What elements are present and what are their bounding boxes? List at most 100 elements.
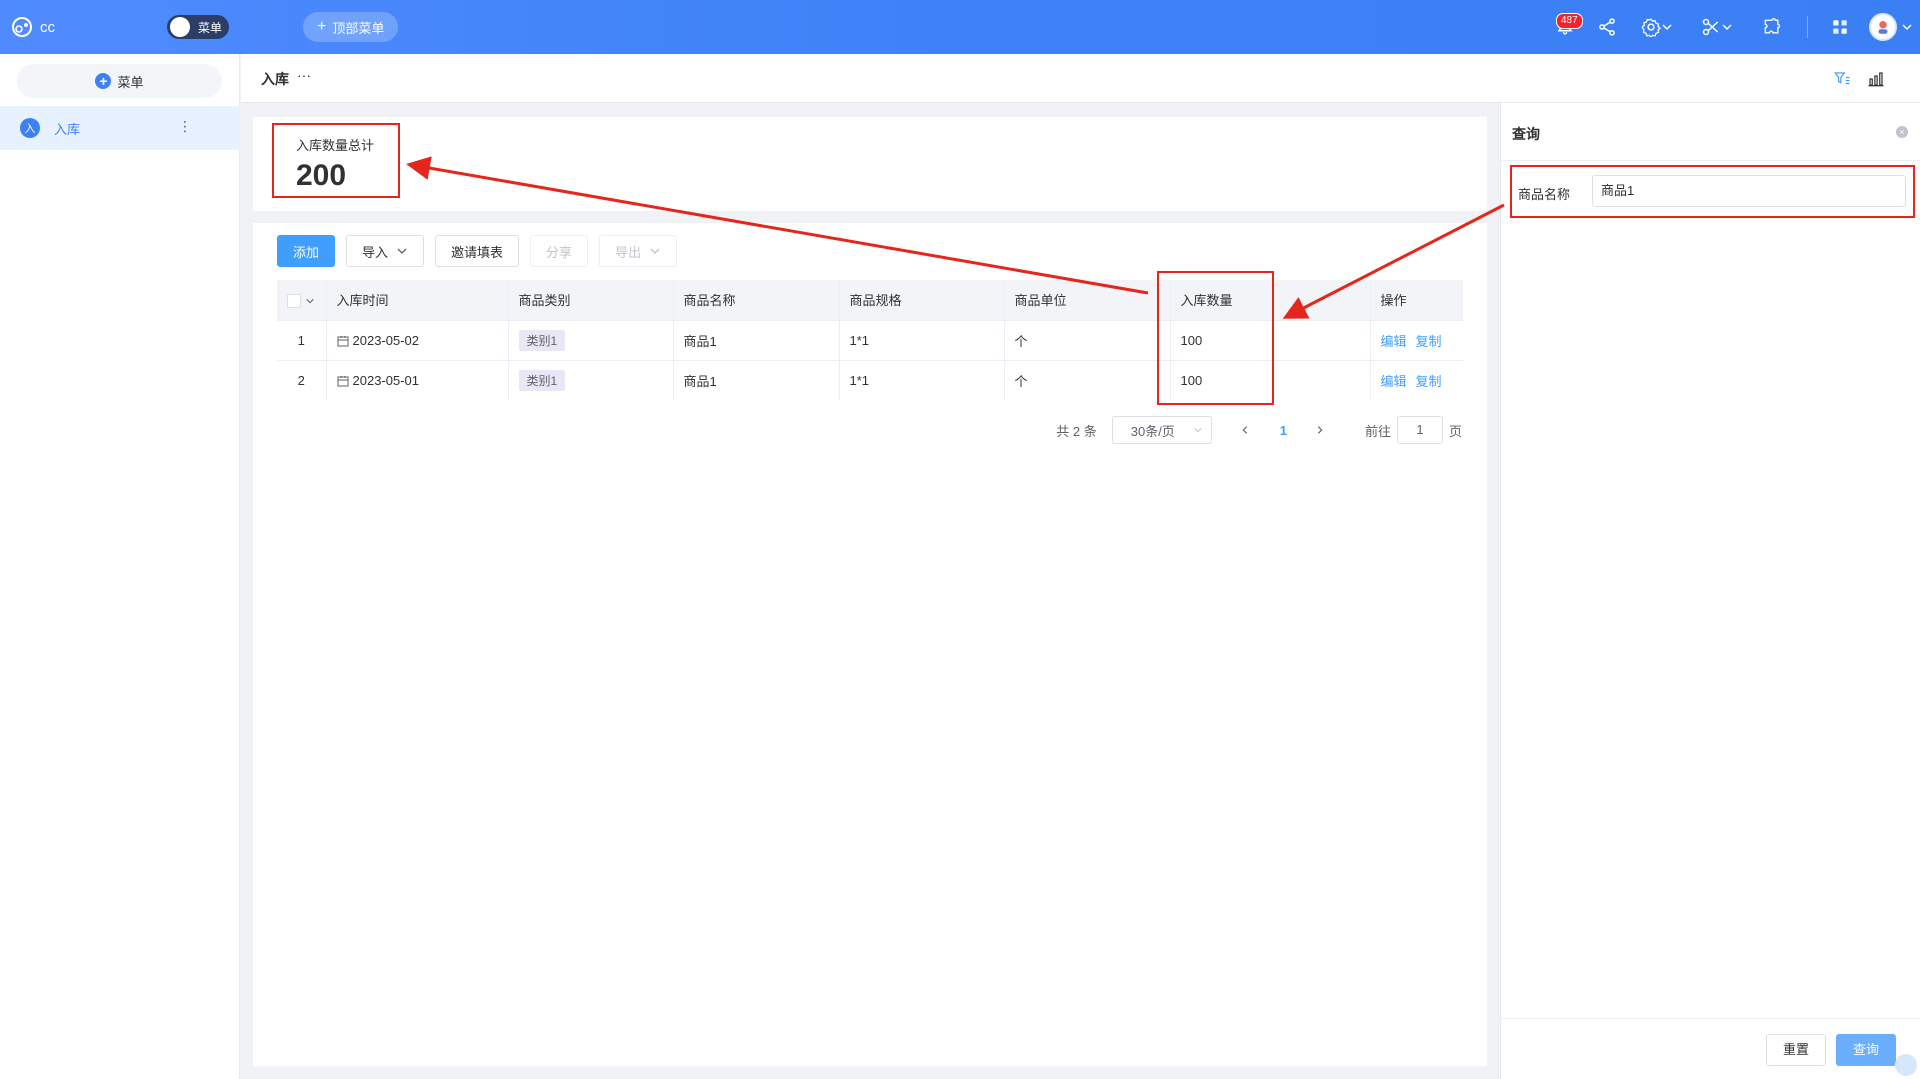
chevron-left-icon bbox=[1242, 425, 1247, 434]
share-button[interactable] bbox=[1587, 0, 1627, 54]
cell-date: 2023-05-01 bbox=[326, 359, 509, 400]
column-header[interactable]: 入库时间 bbox=[326, 280, 509, 320]
chevron-down-icon bbox=[1662, 24, 1672, 31]
goto-label: 前往 bbox=[1364, 423, 1391, 439]
top-icons: 487 bbox=[1543, 0, 1920, 54]
app-name: cc bbox=[40, 18, 55, 36]
chevron-down-icon bbox=[397, 248, 407, 254]
page-size-select[interactable]: 30条/页 bbox=[1111, 416, 1212, 444]
cell-name: 商品1 bbox=[673, 319, 840, 360]
current-page[interactable]: 1 bbox=[1280, 423, 1287, 438]
category-tag: 类别1 bbox=[518, 329, 566, 351]
share-icon bbox=[1599, 18, 1615, 36]
query-panel-title: 查询 bbox=[1512, 126, 1540, 142]
menu-toggle[interactable]: 菜单 bbox=[167, 15, 229, 39]
settings-button[interactable] bbox=[1627, 0, 1687, 54]
import-button[interactable]: 导入 bbox=[346, 235, 425, 267]
logo-icon bbox=[12, 17, 32, 37]
notification-badge: 487 bbox=[1556, 13, 1583, 29]
chevron-down-icon bbox=[1722, 24, 1732, 31]
add-button[interactable]: 添加 bbox=[277, 235, 336, 267]
calendar-icon bbox=[337, 335, 348, 346]
chevron-down-icon bbox=[650, 248, 660, 254]
plus-circle-icon: + bbox=[95, 73, 112, 89]
chevron-right-icon bbox=[1317, 425, 1323, 434]
assistant-icon[interactable] bbox=[1895, 1054, 1917, 1076]
export-button[interactable]: 导出 bbox=[599, 235, 678, 267]
checkbox[interactable] bbox=[287, 293, 302, 308]
search-button[interactable]: 查询 bbox=[1836, 1034, 1896, 1066]
plus-icon: + bbox=[317, 18, 327, 35]
cell-spec: 1*1 bbox=[839, 319, 1005, 360]
column-header[interactable]: 商品名称 bbox=[673, 280, 840, 320]
reset-button[interactable]: 重置 bbox=[1766, 1034, 1826, 1066]
cell-spec: 1*1 bbox=[839, 359, 1005, 400]
table-row[interactable]: 1 2023-05-02 类别1 商品1 1*1 个 100 编辑 复制 bbox=[277, 319, 1463, 360]
edit-link[interactable]: 编辑 bbox=[1381, 334, 1407, 349]
apps-button[interactable] bbox=[1818, 0, 1862, 54]
date-text: 2023-05-01 bbox=[352, 372, 420, 388]
export-label: 导出 bbox=[615, 244, 642, 260]
table-row[interactable]: 2 2023-05-01 类别1 商品1 1*1 个 100 编辑 复制 bbox=[277, 359, 1463, 400]
divider bbox=[1501, 1018, 1920, 1019]
annotation-box-qty-column bbox=[1157, 271, 1274, 405]
sidebar: + 菜单 入 入库 ⋮ bbox=[0, 54, 240, 1079]
top-menu-label: 顶部菜单 bbox=[332, 20, 385, 36]
edit-link[interactable]: 编辑 bbox=[1381, 374, 1407, 389]
toolbar: 添加 导入 邀请填表 分享 导出 bbox=[277, 235, 678, 267]
select-all-checkbox[interactable] bbox=[277, 280, 327, 320]
chevron-down-icon[interactable] bbox=[305, 296, 315, 306]
page-title: 入库 bbox=[261, 71, 289, 87]
notification-button[interactable]: 487 bbox=[1543, 0, 1587, 54]
copy-link[interactable]: 复制 bbox=[1416, 374, 1442, 389]
avatar-icon bbox=[1878, 21, 1888, 34]
sidebar-item-label: 入库 bbox=[54, 121, 81, 137]
cell-category: 类别1 bbox=[508, 359, 674, 400]
plugin-button[interactable] bbox=[1747, 0, 1797, 54]
bar-chart-icon[interactable] bbox=[1867, 70, 1885, 88]
add-menu-button[interactable]: + 菜单 bbox=[17, 64, 222, 98]
column-header[interactable]: 商品单位 bbox=[1004, 280, 1171, 320]
pager-total: 共 2 条 bbox=[1056, 423, 1097, 439]
column-header: 操作 bbox=[1370, 280, 1463, 320]
table-header-row: 入库时间 商品类别 商品名称 商品规格 商品单位 入库数量 操作 bbox=[277, 280, 1463, 320]
category-tag: 类别1 bbox=[518, 369, 566, 391]
cell-date: 2023-05-02 bbox=[326, 319, 509, 360]
top-menu-button[interactable]: + 顶部菜单 bbox=[303, 12, 399, 42]
toggle-knob bbox=[170, 17, 190, 37]
next-page-button[interactable] bbox=[1315, 423, 1325, 438]
user-menu[interactable] bbox=[1862, 0, 1920, 54]
top-bar: cc 菜单 + 顶部菜单 487 bbox=[0, 0, 1920, 54]
menu-toggle-label: 菜单 bbox=[198, 20, 223, 35]
invite-button[interactable]: 邀请填表 bbox=[435, 235, 520, 267]
calendar-icon bbox=[337, 375, 348, 387]
annotation-box-query bbox=[1510, 165, 1915, 218]
pagination: 共 2 条 30条/页 1 前往 1 页 bbox=[1056, 416, 1462, 444]
annotation-box-stat bbox=[272, 123, 400, 198]
row-index: 1 bbox=[277, 319, 327, 360]
copy-link[interactable]: 复制 bbox=[1416, 334, 1442, 349]
header-icons bbox=[1833, 70, 1885, 88]
page-header: 入库 ··· bbox=[241, 54, 1920, 103]
close-icon[interactable]: × bbox=[1896, 126, 1908, 138]
filter-icon[interactable] bbox=[1833, 70, 1851, 88]
goto-suffix: 页 bbox=[1448, 423, 1462, 439]
app-logo[interactable]: cc bbox=[10, 15, 55, 39]
cell-unit: 个 bbox=[1004, 319, 1171, 360]
goto-input[interactable]: 1 bbox=[1396, 416, 1443, 444]
prev-page-button[interactable] bbox=[1240, 423, 1250, 438]
sidebar-item-icon: 入 bbox=[20, 118, 40, 138]
share-button[interactable]: 分享 bbox=[530, 235, 589, 267]
divider bbox=[1501, 160, 1920, 161]
more-vertical-icon[interactable]: ⋮ bbox=[178, 118, 192, 135]
column-header[interactable]: 商品规格 bbox=[839, 280, 1005, 320]
puzzle-icon bbox=[1764, 18, 1781, 34]
sidebar-item-inbound[interactable]: 入 入库 ⋮ bbox=[0, 106, 240, 150]
column-header[interactable]: 商品类别 bbox=[508, 280, 674, 320]
tools-button[interactable] bbox=[1687, 0, 1747, 54]
cell-name: 商品1 bbox=[673, 359, 840, 400]
date-text: 2023-05-02 bbox=[352, 332, 420, 348]
main-card: 添加 导入 邀请填表 分享 导出 入库时间 商品类别 商品名称 商品规格 商品单… bbox=[253, 223, 1487, 1066]
page-more-button[interactable]: ··· bbox=[297, 67, 311, 83]
divider bbox=[1807, 16, 1808, 38]
